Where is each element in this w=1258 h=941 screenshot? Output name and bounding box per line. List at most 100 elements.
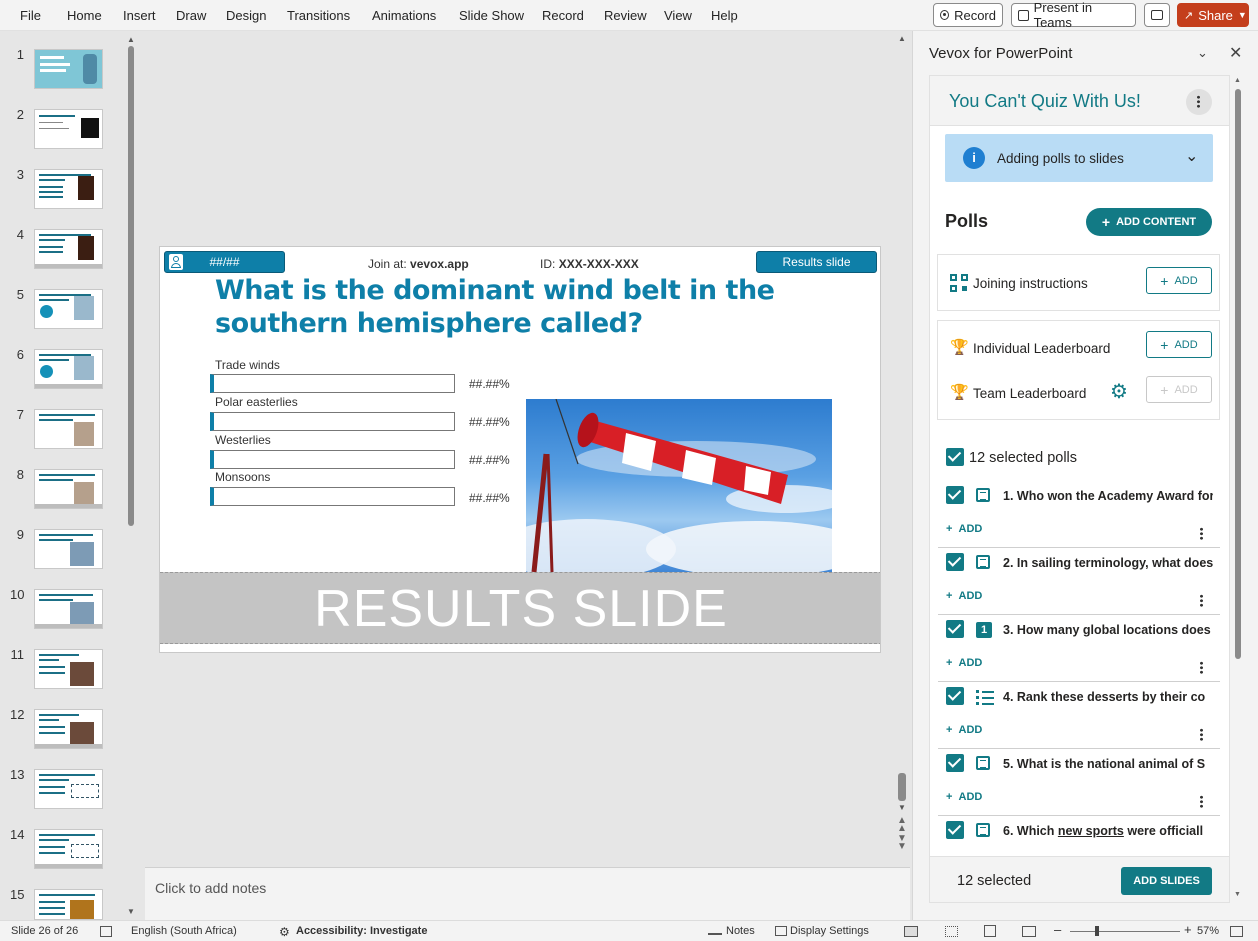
add-poll-link[interactable]: + ADD [946,590,982,602]
chevron-down-icon: ▼ [1237,10,1247,20]
poll-checkbox[interactable] [946,620,964,638]
present-in-teams-button[interactable]: Present in Teams [1011,0,1136,30]
poll-checkbox[interactable] [946,553,964,571]
gear-icon[interactable]: ⚙ [1110,379,1128,404]
zoom-slider-thumb[interactable] [1095,926,1099,936]
fit-to-window-icon[interactable] [1230,926,1243,937]
add-slides-button[interactable]: ADD SLIDES [1121,867,1212,895]
windsock-photo[interactable] [526,399,832,572]
info-accordion[interactable]: i Adding polls to slides ⌄ [945,134,1213,182]
poll-checkbox[interactable] [946,754,964,772]
slide-sorter-icon[interactable] [945,926,958,937]
notes-toggle[interactable]: Notes [726,925,755,937]
slide-thumbnail-6[interactable] [34,349,103,389]
zoom-out-icon[interactable]: – [1054,922,1061,937]
menu-insert[interactable]: Insert [123,8,156,23]
chevron-down-icon[interactable]: ⌄ [1197,45,1208,61]
zoom-slider[interactable] [1070,931,1180,932]
more-options-icon[interactable] [1200,527,1203,540]
poll-title[interactable]: 4. Rank these desserts by their co [1003,690,1213,704]
slide-thumbnail-10[interactable] [34,589,103,629]
scroll-up-icon[interactable]: ▲ [1234,77,1241,84]
accessibility-status[interactable]: Accessibility: Investigate [296,925,427,937]
scrollbar-thumb[interactable] [898,773,906,801]
poll-title[interactable]: 5. What is the national animal of S [1003,757,1213,771]
record-button[interactable]: Record [933,3,1003,27]
menu-record[interactable]: Record [542,8,584,23]
zoom-level[interactable]: 57% [1197,925,1219,937]
task-pane-scrollbar[interactable]: ▲ ▼ [1234,75,1242,903]
thumbnail-number: 12 [10,707,25,722]
slide-thumbnail-5[interactable] [34,289,103,329]
menu-file[interactable]: File [20,8,41,23]
spelling-check-icon[interactable] [100,926,112,937]
poll-title[interactable]: 3. How many global locations does [1003,623,1213,637]
menu-transitions[interactable]: Transitions [287,8,350,23]
share-button[interactable]: ↗ Share ▼ [1177,3,1249,27]
slide-thumbnail-12[interactable] [34,709,103,749]
close-icon[interactable]: ✕ [1229,43,1242,63]
slide-thumbnail-11[interactable] [34,649,103,689]
menu-review[interactable]: Review [604,8,647,23]
more-options-icon[interactable] [1200,728,1203,741]
canvas-scrollbar[interactable]: ▲ ▼ ▲ ▲ ▼ ▼ [895,31,909,866]
slide-thumbnail-14[interactable] [34,829,103,869]
slide-thumbnail-13[interactable] [34,769,103,809]
poll-checkbox[interactable] [946,486,964,504]
add-poll-link[interactable]: + ADD [946,523,982,535]
scroll-down-icon[interactable]: ▼ [1234,891,1241,898]
menu-slide-show[interactable]: Slide Show [459,8,524,23]
slide-show-icon[interactable] [1022,926,1036,937]
add-poll-link[interactable]: + ADD [946,657,982,669]
menu-draw[interactable]: Draw [176,8,206,23]
scrollbar-thumb[interactable] [128,46,134,526]
normal-view-icon[interactable] [904,926,918,937]
poll-title[interactable]: 2. In sailing terminology, what does [1003,556,1213,570]
add-poll-link[interactable]: + ADD [946,791,982,803]
slide-thumbnail-15[interactable] [34,889,103,920]
slide-thumbnail-1[interactable] [34,49,103,89]
scroll-up-icon[interactable]: ▲ [898,34,906,43]
scroll-down-icon[interactable]: ▼ [127,907,135,916]
add-content-button[interactable]: + ADD CONTENT [1086,208,1212,236]
poll-title[interactable]: 1. Who won the Academy Award for [1003,489,1213,503]
add-individual-leaderboard-button[interactable]: + ADD [1146,331,1212,358]
menu-home[interactable]: Home [67,8,102,23]
poll-checkbox[interactable] [946,687,964,705]
display-settings-button[interactable]: Display Settings [790,925,869,937]
menu-help[interactable]: Help [711,8,738,23]
add-team-leaderboard-button[interactable]: + ADD [1146,376,1212,403]
poll-title-prefix: 6. Which [1003,824,1058,838]
menu-design[interactable]: Design [226,8,266,23]
slide-thumbnail-2[interactable] [34,109,103,149]
slide-canvas[interactable]: ##/## Join at: vevox.app ID: XXX-XXX-XXX… [159,246,881,653]
reading-view-icon[interactable] [984,925,996,937]
slide-thumbnail-7[interactable] [34,409,103,449]
menu-animations[interactable]: Animations [372,8,436,23]
zoom-in-icon[interactable]: + [1184,922,1192,937]
notes-pane[interactable]: Click to add notes [145,867,910,920]
more-options-icon[interactable] [1200,661,1203,674]
slide-thumbnail-8[interactable] [34,469,103,509]
poll-checkbox[interactable] [946,821,964,839]
slide-thumbnail-3[interactable] [34,169,103,209]
scrollbar-thumb[interactable] [1235,89,1241,659]
add-joining-instructions-button[interactable]: + ADD [1146,267,1212,294]
add-poll-link[interactable]: + ADD [946,724,982,736]
slide-thumbnail-4[interactable] [34,229,103,269]
scroll-up-icon[interactable]: ▲ [127,35,135,44]
session-menu-button[interactable] [1186,89,1212,115]
next-slide-icon[interactable]: ▼ ▼ [897,834,907,852]
more-options-icon[interactable] [1200,795,1203,808]
comments-button[interactable] [1144,3,1170,27]
scroll-down-icon[interactable]: ▼ [898,803,906,812]
poll-title[interactable]: 6. Which new sports were officiall [1003,824,1213,838]
session-id-value: XXX-XXX-XXX [558,257,639,271]
previous-slide-icon[interactable]: ▲ ▲ [897,816,907,834]
more-options-icon[interactable] [1200,594,1203,607]
language-indicator[interactable]: English (South Africa) [131,925,237,937]
thumbnails-scrollbar[interactable]: ▲ ▼ [124,31,138,920]
menu-view[interactable]: View [664,8,692,23]
select-all-checkbox[interactable] [946,448,964,466]
slide-thumbnail-9[interactable] [34,529,103,569]
